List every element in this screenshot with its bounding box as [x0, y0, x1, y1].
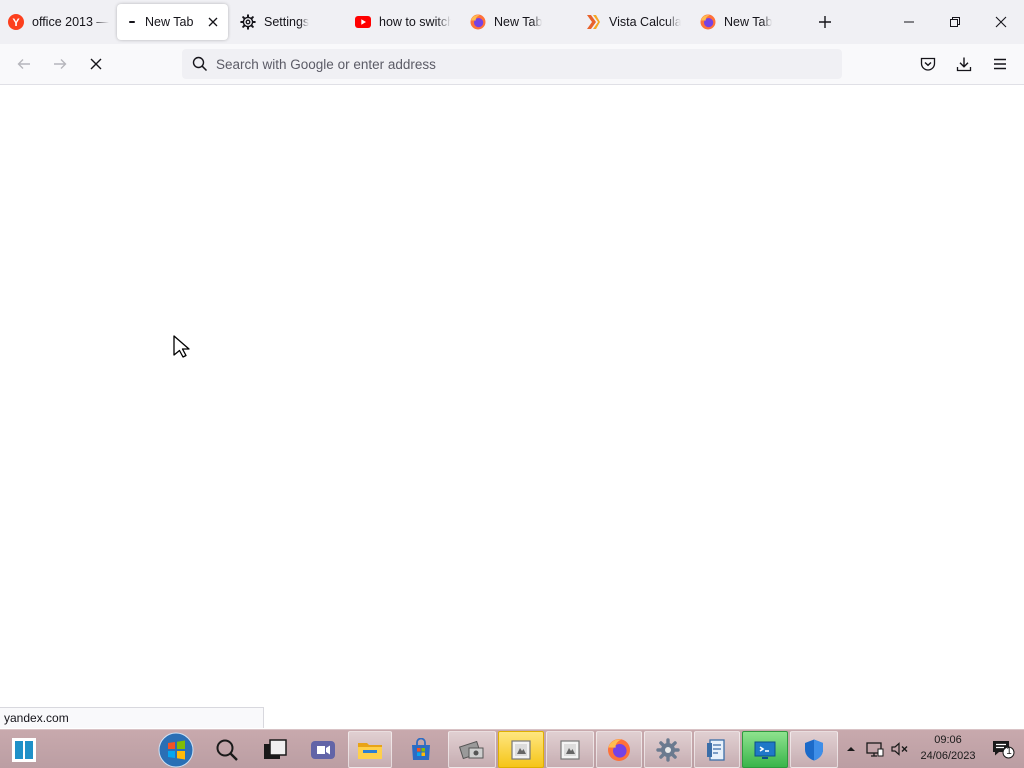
page-content[interactable]	[0, 85, 1024, 729]
volume-tray-button[interactable]	[891, 740, 909, 758]
task-view-icon	[264, 738, 287, 759]
tab-office-2013[interactable]: Y office 2013 —	[8, 4, 112, 40]
pocket-button[interactable]	[914, 50, 942, 78]
firefox-icon	[470, 14, 486, 30]
image-viewer-button[interactable]	[498, 731, 544, 768]
svg-text:Y: Y	[12, 17, 20, 29]
system-clock[interactable]: 09:06 24/06/2023	[912, 732, 984, 764]
tab-title: Vista Calculat	[609, 15, 681, 29]
tab-new-tab-3[interactable]: New Tab	[700, 4, 800, 40]
loading-dot-icon	[129, 14, 135, 30]
app-menu-button[interactable]	[986, 50, 1014, 78]
tab-new-tab-2[interactable]: New Tab	[470, 4, 570, 40]
forward-button[interactable]	[46, 50, 74, 78]
tab-title: office 2013 —	[32, 15, 109, 29]
search-icon	[216, 739, 238, 761]
tab-title: New Tab	[724, 15, 773, 29]
browser-window: Y office 2013 — New Tab Settings how to …	[0, 0, 1024, 768]
tab-settings[interactable]: Settings	[240, 4, 340, 40]
file-explorer-button[interactable]	[348, 731, 392, 768]
close-icon	[995, 16, 1007, 28]
network-icon	[866, 742, 884, 757]
remote-desktop-icon	[754, 741, 776, 759]
chevron-up-icon	[847, 747, 855, 751]
start-icon	[12, 737, 36, 762]
gear-icon	[240, 14, 256, 30]
status-panel: yandex.com	[0, 707, 264, 728]
settings-taskbar-button[interactable]	[644, 731, 692, 768]
hamburger-menu-icon	[994, 58, 1006, 70]
downloads-button[interactable]	[950, 50, 978, 78]
tab-strip: Y office 2013 — New Tab Settings how to …	[0, 0, 1024, 44]
minimize-icon	[904, 21, 914, 23]
image-viewer-2-icon	[560, 739, 580, 760]
windows-orb-button[interactable]	[156, 731, 196, 768]
close-tab-icon[interactable]	[206, 15, 220, 29]
notification-icon	[993, 741, 1015, 759]
windows-orb-icon	[158, 732, 194, 767]
windows-security-button[interactable]	[790, 731, 838, 768]
mouse-cursor-icon	[173, 335, 190, 358]
tab-title: New Tab	[145, 15, 194, 29]
meet-icon	[311, 740, 335, 759]
remote-desktop-button[interactable]	[742, 731, 788, 768]
restore-icon	[950, 17, 960, 27]
youtube-icon	[355, 14, 371, 30]
close-window-button[interactable]	[978, 0, 1024, 44]
tab-new-tab-active[interactable]: New Tab	[117, 4, 228, 40]
volume-muted-icon	[891, 742, 908, 756]
pocket-icon	[920, 57, 936, 71]
vista-calculator-icon	[585, 14, 601, 30]
search-button[interactable]	[210, 731, 244, 768]
taskbar: 09:06 24/06/2023 1	[0, 729, 1024, 768]
search-icon	[184, 49, 216, 79]
tab-title: how to switch	[379, 15, 451, 29]
back-arrow-icon	[17, 59, 30, 69]
firefox-taskbar-button[interactable]	[596, 731, 642, 768]
file-explorer-icon	[358, 742, 382, 759]
tab-title: Settings	[264, 15, 310, 29]
address-bar[interactable]: Search with Google or enter address	[182, 49, 842, 79]
task-view-button[interactable]	[258, 731, 292, 768]
image-viewer-2-button[interactable]	[546, 731, 594, 768]
tab-title: New Tab	[494, 15, 543, 29]
microsoft-store-icon	[412, 737, 430, 760]
show-hidden-icons-button[interactable]	[842, 740, 860, 758]
stop-loading-button[interactable]	[82, 50, 110, 78]
tab-youtube[interactable]: how to switch	[355, 4, 451, 40]
new-tab-button[interactable]	[814, 11, 836, 33]
tab-vista-calculator[interactable]: Vista Calculat	[585, 4, 681, 40]
notification-count-badge: 1	[1006, 746, 1012, 757]
restore-button[interactable]	[932, 0, 978, 44]
start-button[interactable]	[6, 731, 42, 768]
minimize-button[interactable]	[886, 0, 932, 44]
stop-icon	[90, 58, 102, 70]
forward-arrow-icon	[54, 59, 67, 69]
media-player-button[interactable]	[448, 731, 496, 768]
microsoft-store-button[interactable]	[398, 731, 444, 768]
notification-center-button[interactable]: 1	[992, 739, 1016, 759]
clock-date: 24/06/2023	[920, 750, 976, 762]
meet-button[interactable]	[306, 731, 340, 768]
firefox-icon	[608, 738, 630, 761]
windows-security-icon	[805, 739, 823, 760]
plus-icon	[819, 16, 831, 28]
back-button[interactable]	[10, 50, 38, 78]
clock-time: 09:06	[934, 734, 962, 746]
download-icon	[956, 57, 972, 72]
media-player-icon	[459, 740, 484, 759]
firefox-icon	[700, 14, 716, 30]
navigation-toolbar: Search with Google or enter address	[0, 44, 1024, 85]
image-viewer-icon	[511, 739, 531, 760]
notepad-icon	[707, 738, 725, 761]
settings-icon	[656, 737, 680, 762]
address-bar-placeholder: Search with Google or enter address	[216, 56, 436, 72]
yandex-icon: Y	[8, 14, 24, 30]
network-tray-button[interactable]	[866, 740, 884, 758]
notepad-button[interactable]	[694, 731, 740, 768]
